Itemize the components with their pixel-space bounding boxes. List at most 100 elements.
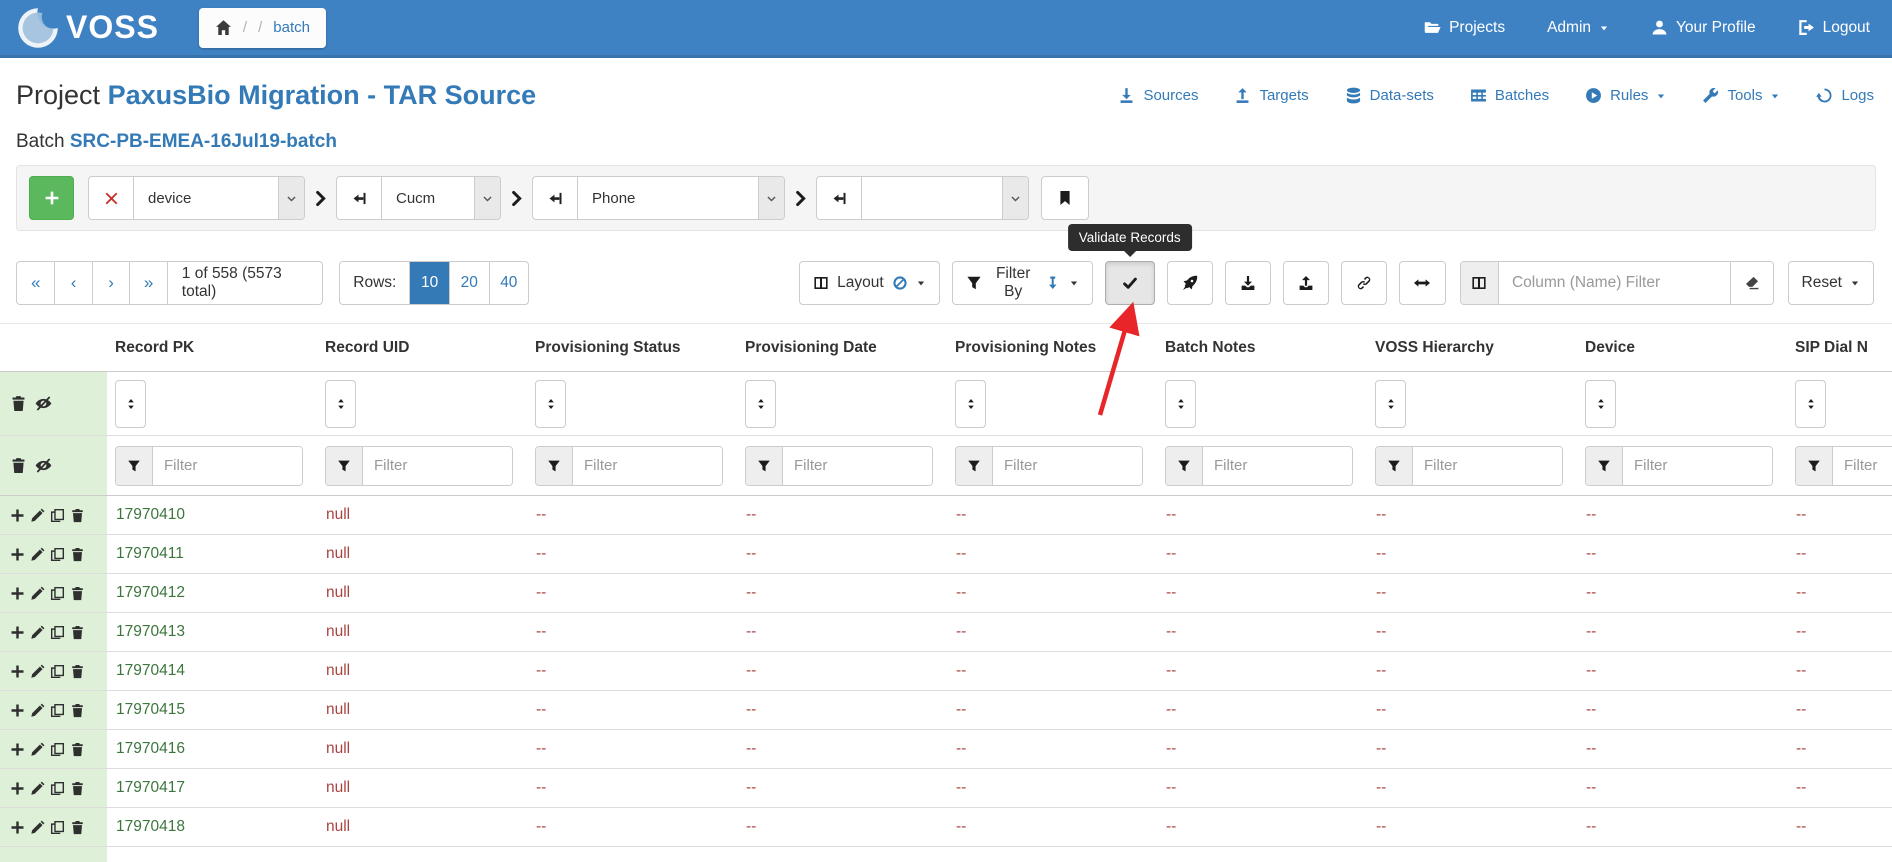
project-nav-batches[interactable]: Batches xyxy=(1470,87,1549,104)
navbar-link-admin[interactable]: Admin xyxy=(1547,19,1609,37)
row-delete-icon[interactable] xyxy=(70,742,85,757)
record-pk[interactable]: 17970415 xyxy=(107,701,317,719)
row-copy-icon[interactable] xyxy=(50,820,65,835)
navbar-link-logout[interactable]: Logout xyxy=(1798,19,1870,37)
clear-column-filter-button[interactable] xyxy=(1730,262,1773,304)
record-pk[interactable]: 17970418 xyxy=(107,818,317,836)
filter-input-voss-hierarchy[interactable] xyxy=(1413,447,1562,485)
sort-toggle-record-uid[interactable] xyxy=(325,380,356,428)
link-button[interactable] xyxy=(1341,261,1387,305)
navbar-link-projects[interactable]: Projects xyxy=(1424,19,1505,37)
prev-page-button[interactable]: ‹ xyxy=(54,262,91,304)
record-pk[interactable]: 17970417 xyxy=(107,779,317,797)
row-edit-icon[interactable] xyxy=(30,820,45,835)
export-download-button[interactable] xyxy=(1225,261,1271,305)
bulk-hide-icon[interactable] xyxy=(35,457,52,474)
record-pk[interactable]: 17970416 xyxy=(107,740,317,758)
navbar-link-your-profile[interactable]: Your Profile xyxy=(1651,19,1756,37)
filter-input-provisioning-notes[interactable] xyxy=(993,447,1142,485)
device-type-select[interactable]: device xyxy=(133,176,305,220)
validate-records-button[interactable] xyxy=(1105,261,1155,305)
row-copy-icon[interactable] xyxy=(50,625,65,640)
reset-button[interactable]: Reset xyxy=(1788,261,1875,305)
project-nav-logs[interactable]: Logs xyxy=(1816,87,1874,104)
record-pk[interactable]: 17970410 xyxy=(107,506,317,524)
provision-button[interactable] xyxy=(1167,261,1213,305)
home-icon[interactable] xyxy=(215,19,232,36)
rows-option-40[interactable]: 40 xyxy=(489,262,529,304)
row-add-icon[interactable] xyxy=(10,820,25,835)
record-pk[interactable]: 17970414 xyxy=(107,662,317,680)
row-edit-icon[interactable] xyxy=(30,703,45,718)
row-add-icon[interactable] xyxy=(10,703,25,718)
import-upload-button[interactable] xyxy=(1283,261,1329,305)
row-copy-icon[interactable] xyxy=(50,781,65,796)
project-nav-data-sets[interactable]: Data-sets xyxy=(1345,87,1434,104)
filter-input-record-uid[interactable] xyxy=(363,447,512,485)
row-delete-icon[interactable] xyxy=(70,508,85,523)
rows-option-20[interactable]: 20 xyxy=(449,262,489,304)
row-copy-icon[interactable] xyxy=(50,703,65,718)
resize-columns-button[interactable] xyxy=(1399,261,1445,305)
sort-toggle-batch-notes[interactable] xyxy=(1165,380,1196,428)
row-edit-icon[interactable] xyxy=(30,742,45,757)
filter-input-provisioning-status[interactable] xyxy=(573,447,722,485)
row-delete-icon[interactable] xyxy=(70,820,85,835)
row-delete-icon[interactable] xyxy=(70,664,85,679)
row-delete-icon[interactable] xyxy=(70,703,85,718)
layout-button[interactable]: Layout xyxy=(799,261,940,305)
sort-toggle-provisioning-status[interactable] xyxy=(535,380,566,428)
rows-option-10[interactable]: 10 xyxy=(409,262,449,304)
row-add-icon[interactable] xyxy=(10,625,25,640)
row-add-icon[interactable] xyxy=(10,781,25,796)
filter-input-record-pk[interactable] xyxy=(153,447,302,485)
add-filter-button[interactable] xyxy=(29,176,74,220)
filter-input-provisioning-date[interactable] xyxy=(783,447,932,485)
project-nav-targets[interactable]: Targets xyxy=(1234,87,1308,104)
column-filter-input[interactable] xyxy=(1499,262,1730,304)
row-add-icon[interactable] xyxy=(10,508,25,523)
project-nav-tools[interactable]: Tools xyxy=(1702,87,1780,104)
sort-toggle-voss-hierarchy[interactable] xyxy=(1375,380,1406,428)
jump-to-level-button[interactable] xyxy=(816,176,861,220)
breadcrumb-current[interactable]: batch xyxy=(273,19,310,36)
filter-input-device[interactable] xyxy=(1623,447,1772,485)
row-copy-icon[interactable] xyxy=(50,586,65,601)
jump-to-level-button[interactable] xyxy=(532,176,577,220)
bulk-delete-icon[interactable] xyxy=(10,395,27,412)
bookmark-button[interactable] xyxy=(1041,176,1089,220)
record-pk[interactable]: 17970413 xyxy=(107,623,317,641)
project-nav-rules[interactable]: Rules xyxy=(1585,87,1666,104)
row-copy-icon[interactable] xyxy=(50,742,65,757)
row-edit-icon[interactable] xyxy=(30,508,45,523)
row-edit-icon[interactable] xyxy=(30,781,45,796)
row-edit-icon[interactable] xyxy=(30,664,45,679)
record-pk[interactable]: 17970412 xyxy=(107,584,317,602)
row-add-icon[interactable] xyxy=(10,742,25,757)
first-page-button[interactable]: « xyxy=(17,262,54,304)
row-add-icon[interactable] xyxy=(10,547,25,562)
row-delete-icon[interactable] xyxy=(70,625,85,640)
row-delete-icon[interactable] xyxy=(70,547,85,562)
sort-toggle-sip-dial-n[interactable] xyxy=(1795,380,1826,428)
sort-toggle-record-pk[interactable] xyxy=(115,380,146,428)
row-delete-icon[interactable] xyxy=(70,781,85,796)
row-copy-icon[interactable] xyxy=(50,664,65,679)
filter-by-button[interactable]: Filter By xyxy=(952,261,1093,305)
filter-input-sip-dial-n[interactable] xyxy=(1833,447,1892,485)
row-add-icon[interactable] xyxy=(10,664,25,679)
last-page-button[interactable]: » xyxy=(129,262,166,304)
row-add-icon[interactable] xyxy=(10,586,25,601)
jump-to-level-button[interactable] xyxy=(336,176,381,220)
next-page-button[interactable]: › xyxy=(92,262,129,304)
batch-name[interactable]: SRC-PB-EMEA-16Jul19-batch xyxy=(70,131,337,152)
row-edit-icon[interactable] xyxy=(30,586,45,601)
row-edit-icon[interactable] xyxy=(30,547,45,562)
row-copy-icon[interactable] xyxy=(50,547,65,562)
record-pk[interactable]: 17970411 xyxy=(107,545,317,563)
row-copy-icon[interactable] xyxy=(50,508,65,523)
phone-select[interactable]: Phone xyxy=(577,176,785,220)
row-edit-icon[interactable] xyxy=(30,625,45,640)
project-nav-sources[interactable]: Sources xyxy=(1118,87,1198,104)
bulk-hide-icon[interactable] xyxy=(35,395,52,412)
